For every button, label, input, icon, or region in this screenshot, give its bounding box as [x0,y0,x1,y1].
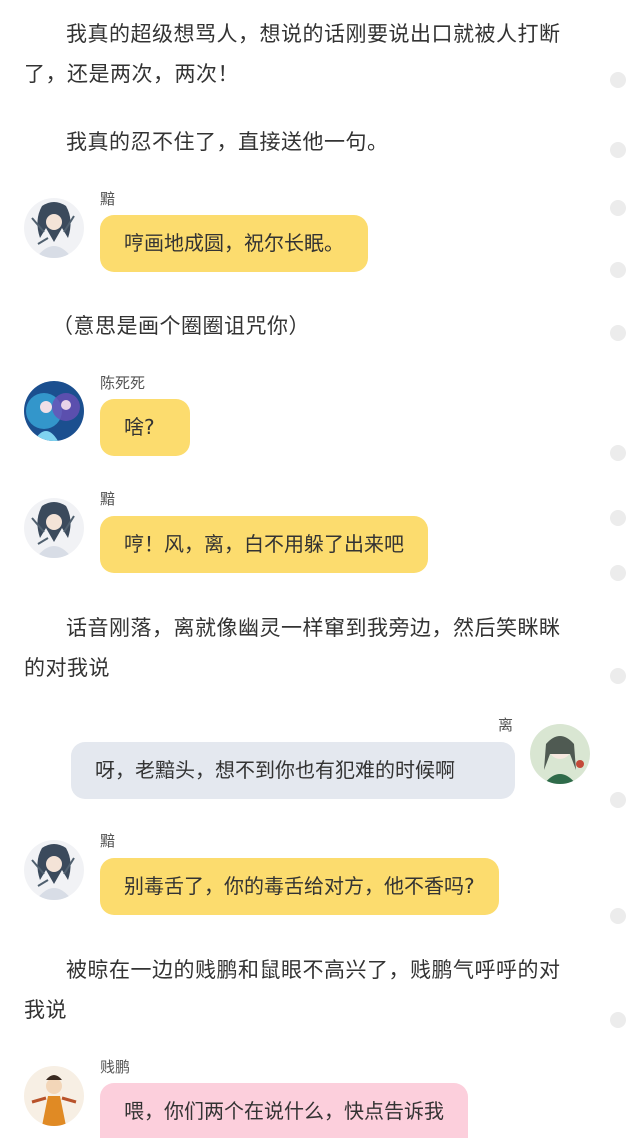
anime-avatar-icon [24,840,84,900]
side-dot [610,510,626,526]
side-dot [610,445,626,461]
anime-avatar-icon [24,1066,84,1126]
story-line: 我说 [24,998,67,1022]
message-bubble[interactable]: 哼画地成圆，祝尔长眠。 [100,215,368,272]
side-dot [610,200,626,216]
message-bubble[interactable]: 呀，老黯头，想不到你也有犯难的时候啊 [71,742,515,799]
avatar[interactable] [24,1066,84,1126]
anime-avatar-icon [530,724,590,784]
avatar[interactable] [24,498,84,558]
avatar[interactable] [24,840,84,900]
side-dot [610,262,626,278]
sender-name: 黯 [100,832,116,850]
story-paragraph: 我真的忍不住了，直接送他一句。 [24,122,584,162]
side-dot [610,72,626,88]
story-line: 的对我说 [24,656,110,680]
side-dot [610,142,626,158]
sender-name: 贱鹏 [100,1058,131,1076]
top-mask [0,0,600,22]
story-paragraph: 被晾在一边的贱鹏和鼠眼不高兴了，贱鹏气呼呼的对 我说 [24,950,584,1030]
story-line: 了，还是两次，两次！ [24,62,239,86]
story-line: 被晾在一边的贱鹏和鼠眼不高兴了，贱鹏气呼呼的对 [66,958,561,982]
anime-avatar-icon [24,498,84,558]
side-dot [610,908,626,924]
story-paragraph: 我真的超级想骂人，想说的话刚要说出口就被人打断 了，还是两次，两次！ [24,16,584,110]
side-dot [610,565,626,581]
message-bubble[interactable]: 啥? [100,399,190,456]
message-bubble[interactable]: 别毒舌了，你的毒舌给对方，他不香吗? [100,858,499,915]
avatar[interactable] [530,724,590,784]
anime-avatar-icon [24,198,84,258]
avatar[interactable] [24,381,84,441]
side-dot [610,1012,626,1028]
message-bubble[interactable]: 哼！风，离，白不用躲了出来吧 [100,516,428,573]
sender-name: 黯 [100,490,116,508]
avatar[interactable] [24,198,84,258]
sender-name: 离 [498,716,514,734]
story-text: 我真的忍不住了，直接送他一句。 [66,130,389,154]
sender-name: 黯 [100,190,116,208]
message-bubble[interactable]: 喂，你们两个在说什么，快点告诉我 [100,1083,468,1138]
story-paragraph: （意思是画个圈圈诅咒你） [24,306,584,346]
anime-avatar-icon [24,381,84,441]
story-text: （意思是画个圈圈诅咒你） [52,314,310,338]
side-dot [610,325,626,341]
story-paragraph: 话音刚落，离就像幽灵一样窜到我旁边，然后笑眯眯 的对我说 [24,608,584,688]
story-line: 话音刚落，离就像幽灵一样窜到我旁边，然后笑眯眯 [66,616,561,640]
sender-name: 陈死死 [100,374,146,392]
side-dot [610,792,626,808]
side-dot [610,668,626,684]
